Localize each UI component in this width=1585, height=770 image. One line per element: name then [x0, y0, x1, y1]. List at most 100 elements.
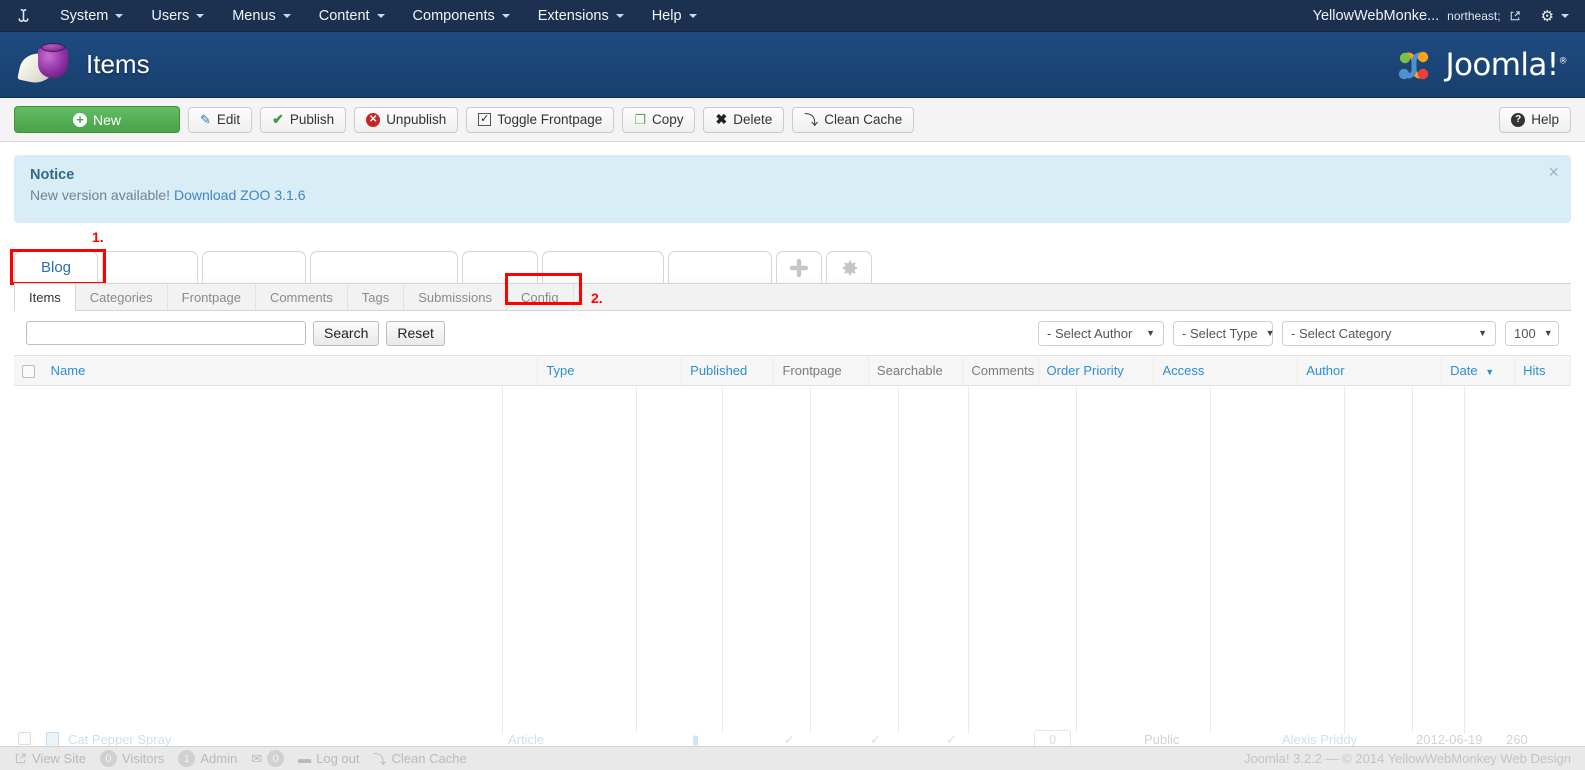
notice-message: New version available! — [30, 187, 171, 203]
row-author[interactable]: Alexis Priddy — [1282, 732, 1357, 747]
column-searchable-label: Searchable — [876, 363, 943, 378]
clean-cache-button[interactable]: ⤵ Clean Cache — [792, 106, 915, 133]
unpublish-button[interactable]: ✕ Unpublish — [354, 106, 459, 133]
download-zoo-link[interactable]: Download ZOO 3.1.6 — [174, 187, 306, 203]
admin-status[interactable]: 1 Admin — [178, 750, 237, 767]
app-tab-blank-6[interactable] — [668, 251, 772, 283]
column-author-label: Author — [1306, 363, 1345, 378]
app-settings-button[interactable] — [826, 251, 872, 283]
column-order-priority-label: Order Priority — [1046, 363, 1124, 378]
delete-button[interactable]: ✖ Delete — [703, 106, 785, 133]
action-toolbar: + New ✎ Edit ✔ Publish ✕ Unpublish ✓ Tog… — [0, 98, 1585, 142]
app-tabs-area: 1. Blog — [0, 229, 1585, 285]
x-icon: ✖ — [715, 111, 728, 127]
menu-item-users[interactable]: Users — [137, 0, 218, 31]
menu-item-components[interactable]: Components — [399, 0, 524, 31]
app-tab-blank-5[interactable] — [542, 251, 664, 283]
view-site-icon — [15, 753, 26, 764]
column-name-label: Name — [50, 362, 86, 378]
messages-status[interactable]: ✉ 0 — [251, 750, 285, 767]
column-type[interactable]: Type — [537, 355, 683, 386]
joomla-mark-icon[interactable] — [0, 7, 46, 24]
check-icon: ✔ — [272, 111, 284, 127]
copy-button[interactable]: ❐ Copy — [622, 106, 696, 133]
status-clean-cache-link[interactable]: ⤵ Clean Cache — [374, 749, 467, 768]
chevron-down-icon: ▼ — [1146, 328, 1155, 338]
new-button[interactable]: + New — [14, 106, 180, 133]
list-limit-select[interactable]: 100 ▼ — [1505, 320, 1559, 346]
app-tab-blank-4[interactable] — [462, 251, 538, 283]
checkbox-checked-icon: ✓ — [478, 113, 492, 126]
sub-tab-items[interactable]: Items — [14, 284, 76, 311]
site-name-button[interactable]: YellowWebMonke... northeast; — [1303, 0, 1531, 31]
app-tab-blank-1[interactable] — [102, 251, 198, 283]
author-filter-select[interactable]: - Select Author ▼ — [1038, 320, 1164, 346]
app-tab-blog[interactable]: Blog — [14, 251, 98, 283]
sub-tab-submissions[interactable]: Submissions — [404, 284, 507, 310]
select-all-checkbox[interactable] — [22, 365, 35, 379]
page-title: Items — [86, 49, 150, 79]
filter-bar: Search Reset - Select Author ▼ - Select … — [14, 311, 1571, 355]
logout-link[interactable]: ▬ Log out — [298, 751, 359, 766]
sub-tab-label: Items — [29, 289, 61, 305]
column-date[interactable]: Date ▼ — [1441, 355, 1516, 386]
sub-tab-label: Tags — [361, 289, 390, 305]
order-priority-stepper[interactable]: 0 — [1034, 730, 1072, 748]
logout-label: Log out — [316, 751, 360, 766]
admin-count: 1 — [178, 750, 196, 767]
notice-banner: Notice New version available! Download Z… — [14, 155, 1571, 223]
joomla-brand-label: Joomla! — [1445, 46, 1559, 83]
help-button[interactable]: ? Help — [1499, 106, 1571, 133]
column-access[interactable]: Access — [1153, 355, 1299, 386]
chevron-down-icon: ▼ — [1543, 328, 1553, 338]
joomla-brand-text: Joomla!® — [1445, 47, 1567, 83]
sub-tab-categories[interactable]: Categories — [76, 284, 168, 310]
visitors-status[interactable]: 0 Visitors — [99, 750, 164, 767]
broom-icon: ⤵ — [804, 111, 819, 128]
close-icon[interactable]: × — [1548, 163, 1559, 181]
column-order-priority[interactable]: Order Priority — [1038, 355, 1155, 386]
sub-tab-config[interactable]: Config — [507, 284, 574, 310]
menu-item-help[interactable]: Help — [638, 0, 711, 31]
menu-item-label: System — [60, 7, 109, 24]
annotation-marker-1: 1. — [92, 229, 104, 245]
app-tab-blank-3[interactable] — [310, 251, 458, 283]
search-button[interactable]: Search — [313, 320, 380, 346]
column-published[interactable]: Published — [681, 355, 775, 386]
sub-tab-tags[interactable]: Tags — [348, 284, 405, 310]
column-author[interactable]: Author — [1297, 355, 1443, 386]
menu-item-menus[interactable]: Menus — [218, 0, 305, 31]
edit-button[interactable]: ✎ Edit — [188, 106, 253, 133]
inkwell-quill-icon — [17, 40, 76, 90]
column-frontpage[interactable]: Frontpage — [773, 355, 869, 386]
author-filter-value: - Select Author — [1047, 325, 1133, 341]
menu-item-content[interactable]: Content — [305, 0, 399, 31]
category-filter-select[interactable]: - Select Category ▼ — [1282, 320, 1496, 346]
list-limit-value: 100 — [1514, 325, 1536, 341]
toggle-frontpage-button[interactable]: ✓ Toggle Frontpage — [466, 106, 615, 133]
sub-tab-label: Categories — [89, 289, 153, 305]
column-hits[interactable]: Hits — [1514, 355, 1571, 386]
sub-tab-frontpage[interactable]: Frontpage — [168, 284, 256, 310]
publish-button[interactable]: ✔ Publish — [260, 106, 347, 133]
menu-item-extensions[interactable]: Extensions — [524, 0, 638, 31]
reset-button[interactable]: Reset — [386, 320, 445, 346]
items-table: Name Type Published Frontpage Searchable… — [14, 355, 1571, 386]
app-tab-blank-2[interactable] — [202, 251, 306, 283]
add-app-button[interactable] — [776, 251, 822, 283]
question-mark-icon: ? — [1511, 112, 1526, 127]
visitors-count: 0 — [99, 750, 117, 767]
app-tab-label: Blog — [40, 259, 72, 276]
admin-settings-button[interactable]: ⚙ — [1531, 0, 1585, 31]
table-row[interactable]: Cat Pepper Spray Article ▮ ✓ ✓ ✓ 0 Publi… — [14, 728, 1571, 748]
row-name[interactable]: Cat Pepper Spray — [68, 732, 171, 747]
view-site-link[interactable]: View Site — [14, 751, 86, 766]
search-input[interactable] — [26, 321, 306, 345]
column-name[interactable]: Name — [14, 355, 539, 386]
sub-tab-comments[interactable]: Comments — [256, 284, 348, 310]
registered-mark: ® — [1558, 56, 1568, 67]
row-select-checkbox[interactable] — [18, 732, 31, 745]
menu-item-system[interactable]: System — [46, 0, 137, 31]
clean-cache-label: Clean Cache — [824, 112, 903, 127]
type-filter-select[interactable]: - Select Type ▼ — [1173, 320, 1275, 346]
